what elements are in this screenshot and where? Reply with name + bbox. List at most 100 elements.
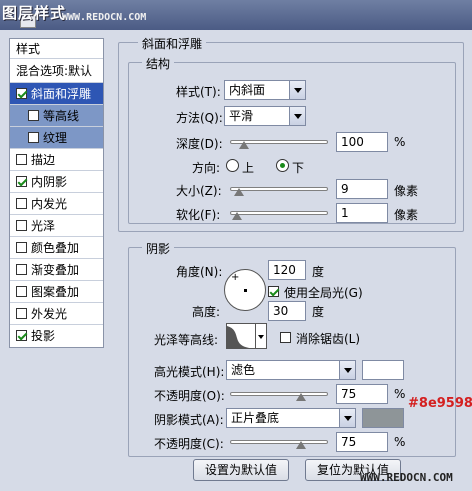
direction-down-radio[interactable] xyxy=(276,159,289,172)
soften-unit: 像素 xyxy=(394,208,419,222)
sidebar-item-outer-glow[interactable]: 外发光 xyxy=(10,303,103,325)
satin-checkbox[interactable] xyxy=(16,220,27,231)
direction-up-radio[interactable] xyxy=(226,159,239,172)
angle-dial[interactable]: + xyxy=(224,269,266,311)
style-value: 内斜面 xyxy=(229,83,266,97)
direction-up-label: 上 xyxy=(242,161,255,175)
antialias-checkbox[interactable] xyxy=(280,332,291,343)
outer-glow-checkbox[interactable] xyxy=(16,308,27,319)
texture-checkbox[interactable] xyxy=(28,132,39,143)
shadow-opacity-label: 不透明度(C): xyxy=(154,437,224,451)
shadow-opacity-input[interactable]: 75 xyxy=(336,432,388,452)
shadow-mode-select[interactable]: 正片叠底 xyxy=(226,408,356,428)
contour-checkbox[interactable] xyxy=(28,110,39,121)
sidebar-item-inner-shadow[interactable]: 内阴影 xyxy=(10,171,103,193)
sidebar-item-label: 投影 xyxy=(31,329,56,343)
shadow-mode-label: 阴影模式(A): xyxy=(154,413,224,427)
inner-shadow-checkbox[interactable] xyxy=(16,176,27,187)
shadow-color-annotation: #8e9598 xyxy=(408,396,472,411)
sidebar-item-label: 内发光 xyxy=(31,197,68,211)
slider-track xyxy=(230,211,328,215)
slider-thumb[interactable] xyxy=(296,441,306,449)
gloss-contour-picker[interactable] xyxy=(226,323,256,349)
sidebar-item-pattern-overlay[interactable]: 图案叠加 xyxy=(10,281,103,303)
sidebar-item-texture[interactable]: 纹理 xyxy=(10,127,103,149)
settings-area: 斜面和浮雕 结构 样式(T): 内斜面 方法(Q): 平滑 深度(D): 100… xyxy=(118,35,472,457)
technique-value: 平滑 xyxy=(229,109,254,123)
slider-thumb[interactable] xyxy=(233,188,244,196)
highlight-mode-select[interactable]: 滤色 xyxy=(226,360,356,380)
drop-shadow-checkbox[interactable] xyxy=(16,330,27,341)
slider-thumb[interactable] xyxy=(238,141,249,149)
depth-slider[interactable] xyxy=(230,135,328,149)
sidebar-item-bevel[interactable]: 斜面和浮雕 xyxy=(10,83,103,105)
gloss-contour-label: 光泽等高线: xyxy=(154,333,219,347)
sidebar-item-label: 纹理 xyxy=(43,131,68,145)
soften-input[interactable]: 1 xyxy=(336,203,388,223)
slider-track xyxy=(230,187,328,191)
soften-label: 软化(F): xyxy=(176,208,221,222)
global-light-label: 使用全局光(G) xyxy=(284,286,363,300)
stroke-checkbox[interactable] xyxy=(16,154,27,165)
depth-label: 深度(D): xyxy=(176,137,223,151)
inner-glow-checkbox[interactable] xyxy=(16,198,27,209)
direction-label: 方向: xyxy=(192,161,221,175)
highlight-opacity-label: 不透明度(O): xyxy=(154,389,225,403)
highlight-opacity-unit: % xyxy=(394,387,406,401)
sidebar-item-inner-glow[interactable]: 内发光 xyxy=(10,193,103,215)
style-list-header[interactable]: 样式 xyxy=(10,39,103,59)
sidebar-item-label: 等高线 xyxy=(43,109,80,123)
sidebar-item-drop-shadow[interactable]: 投影 xyxy=(10,325,103,347)
chevron-down-icon xyxy=(289,107,305,125)
angle-label: 角度(N): xyxy=(176,265,223,279)
soften-slider[interactable] xyxy=(230,206,328,220)
slider-track xyxy=(230,392,328,396)
chevron-down-icon xyxy=(339,361,355,379)
angle-input[interactable]: 120 xyxy=(268,260,306,280)
watermark-bottom: WWW.REDOCN.COM xyxy=(360,471,453,484)
global-light-checkbox[interactable] xyxy=(268,286,279,297)
dial-center xyxy=(244,289,247,292)
sidebar-item-color-overlay[interactable]: 颜色叠加 xyxy=(10,237,103,259)
sidebar-item-gradient-overlay[interactable]: 渐变叠加 xyxy=(10,259,103,281)
depth-input[interactable]: 100 xyxy=(336,132,388,152)
slider-thumb[interactable] xyxy=(296,393,306,401)
crosshair-icon: + xyxy=(231,272,240,283)
sidebar-item-contour[interactable]: 等高线 xyxy=(10,105,103,127)
color-overlay-checkbox[interactable] xyxy=(16,242,27,253)
direction-down-label: 下 xyxy=(292,161,305,175)
sidebar-item-stroke[interactable]: 描边 xyxy=(10,149,103,171)
sidebar-item-label: 外发光 xyxy=(31,307,68,321)
contour-dropdown-button[interactable] xyxy=(256,323,267,349)
blend-options-item[interactable]: 混合选项:默认 xyxy=(10,59,103,83)
technique-select[interactable]: 平滑 xyxy=(224,106,306,126)
highlight-color-swatch[interactable] xyxy=(362,360,404,380)
size-input[interactable]: 9 xyxy=(336,179,388,199)
size-unit: 像素 xyxy=(394,184,419,198)
altitude-input[interactable]: 30 xyxy=(268,301,306,321)
technique-label: 方法(Q): xyxy=(176,111,223,125)
shading-title: 阴影 xyxy=(142,240,175,257)
gradient-overlay-checkbox[interactable] xyxy=(16,264,27,275)
style-select[interactable]: 内斜面 xyxy=(224,80,306,100)
shadow-color-swatch[interactable] xyxy=(362,408,404,428)
contour-curve-icon xyxy=(227,326,250,348)
sidebar-item-label: 渐变叠加 xyxy=(31,263,80,277)
sidebar-item-satin[interactable]: 光泽 xyxy=(10,215,103,237)
highlight-opacity-input[interactable]: 75 xyxy=(336,384,388,404)
sidebar-item-label: 图案叠加 xyxy=(31,285,80,299)
pattern-overlay-checkbox[interactable] xyxy=(16,286,27,297)
bevel-title: 斜面和浮雕 xyxy=(138,35,207,52)
style-label: 样式(T): xyxy=(176,85,221,99)
window-title: 图层样式 xyxy=(2,4,67,22)
slider-thumb[interactable] xyxy=(231,212,242,220)
shadow-opacity-unit: % xyxy=(394,435,406,449)
size-slider[interactable] xyxy=(230,182,328,196)
highlight-opacity-slider[interactable] xyxy=(230,387,328,401)
shadow-opacity-slider[interactable] xyxy=(230,435,328,449)
bevel-checkbox[interactable] xyxy=(16,88,27,99)
make-default-button[interactable]: 设置为默认值 xyxy=(193,459,289,481)
watermark-top: WWW.REDOCN.COM xyxy=(62,12,147,23)
highlight-mode-label: 高光模式(H): xyxy=(154,365,225,379)
title-bar: 图层样式 WWW.REDOCN.COM xyxy=(0,0,472,30)
